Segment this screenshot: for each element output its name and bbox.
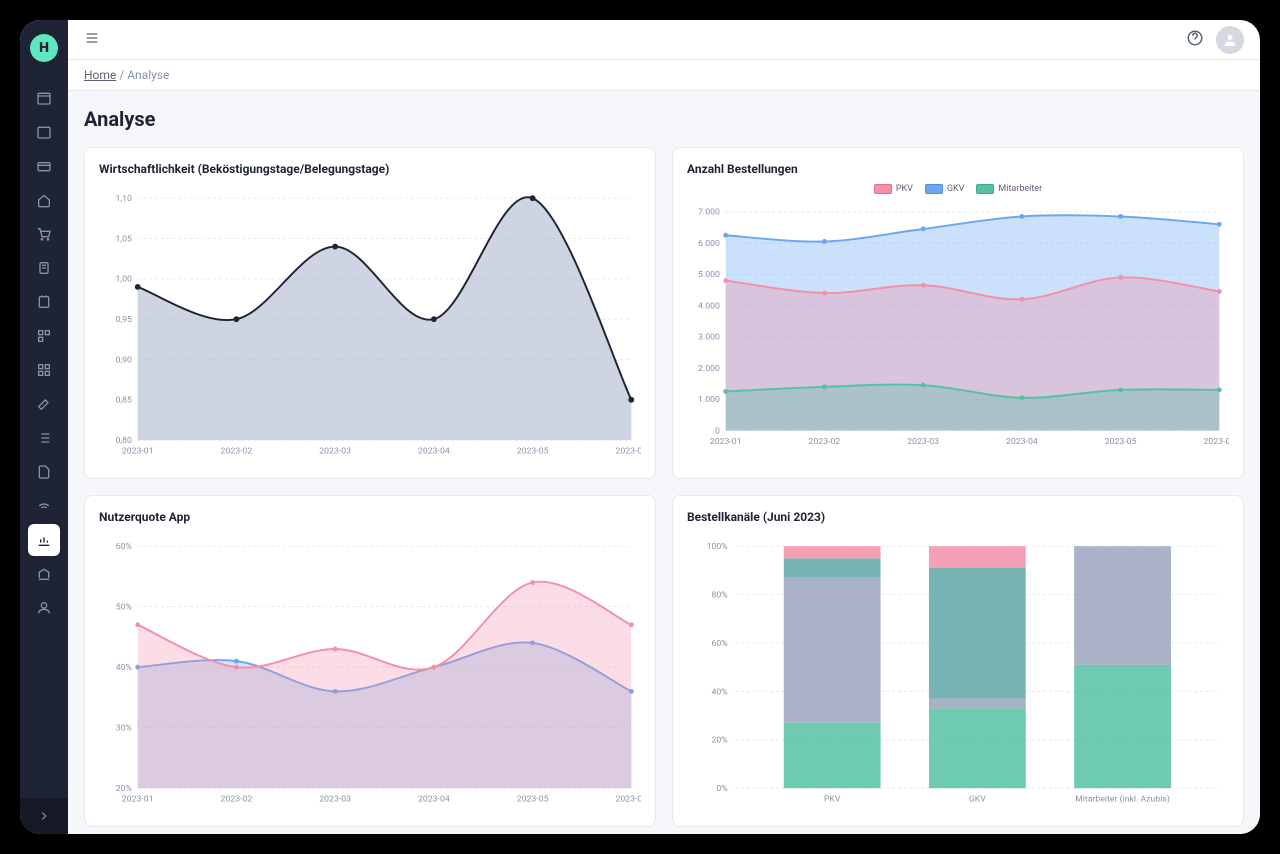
chart-title: Wirtschaftlichkeit (Beköstigungstage/Bel… xyxy=(99,162,641,176)
app-logo: H xyxy=(30,34,58,62)
nav-bank-icon[interactable] xyxy=(28,558,60,590)
svg-text:2023-03: 2023-03 xyxy=(907,437,939,447)
svg-text:0: 0 xyxy=(715,426,720,436)
svg-text:Mitarbeiter (inkl. Azubis): Mitarbeiter (inkl. Azubis) xyxy=(1075,794,1170,805)
svg-text:30%: 30% xyxy=(116,724,132,734)
svg-text:0,80: 0,80 xyxy=(116,436,132,446)
nav-tools-icon[interactable] xyxy=(28,388,60,420)
chart-bestellungen: Anzahl Bestellungen PKV GKV Mitarbeiter … xyxy=(672,147,1244,479)
svg-text:1.000: 1.000 xyxy=(698,395,720,405)
svg-text:GKV: GKV xyxy=(969,795,986,805)
svg-text:2023-02: 2023-02 xyxy=(221,795,253,805)
nav-file-icon[interactable] xyxy=(28,456,60,488)
svg-text:2023-02: 2023-02 xyxy=(809,437,841,447)
legend: PKV GKV Mitarbeiter xyxy=(687,184,1229,194)
svg-text:2.000: 2.000 xyxy=(698,364,720,374)
svg-text:6.000: 6.000 xyxy=(698,239,720,249)
svg-text:20%: 20% xyxy=(116,784,132,794)
svg-text:40%: 40% xyxy=(711,687,727,697)
avatar[interactable] xyxy=(1216,26,1244,54)
nav-calendar-icon[interactable] xyxy=(28,82,60,114)
menu-icon[interactable] xyxy=(84,30,100,50)
nav-clipboard-icon[interactable] xyxy=(28,252,60,284)
svg-text:1,05: 1,05 xyxy=(116,234,132,244)
svg-text:0,95: 0,95 xyxy=(116,315,132,325)
breadcrumb-home[interactable]: Home xyxy=(84,68,116,82)
svg-text:2023-04: 2023-04 xyxy=(418,795,450,805)
nav-card-icon[interactable] xyxy=(28,150,60,182)
svg-text:2023-05: 2023-05 xyxy=(517,447,549,457)
svg-text:50%: 50% xyxy=(116,603,132,613)
nav-user-icon[interactable] xyxy=(28,592,60,624)
svg-text:2023-06: 2023-06 xyxy=(615,447,641,457)
svg-text:2023-06: 2023-06 xyxy=(1203,437,1229,447)
legend-item: PKV xyxy=(874,184,913,194)
sidebar-expand-icon[interactable] xyxy=(20,798,68,834)
svg-text:2023-06: 2023-06 xyxy=(615,795,641,805)
svg-text:4.000: 4.000 xyxy=(698,301,720,311)
legend-item: Mitarbeiter xyxy=(976,184,1042,194)
nav-calendar2-icon[interactable] xyxy=(28,116,60,148)
svg-text:1,10: 1,10 xyxy=(116,194,132,204)
nav-list-icon[interactable] xyxy=(28,422,60,454)
svg-text:2023-05: 2023-05 xyxy=(517,795,549,805)
svg-text:5.000: 5.000 xyxy=(698,270,720,280)
svg-text:2023-01: 2023-01 xyxy=(710,437,742,447)
chart-title: Bestellkanäle (Juni 2023) xyxy=(687,510,1229,524)
svg-text:0,90: 0,90 xyxy=(116,355,132,365)
nav-home-icon[interactable] xyxy=(28,184,60,216)
svg-text:2023-01: 2023-01 xyxy=(122,447,154,457)
nav-qr-icon[interactable] xyxy=(28,320,60,352)
nav-wifi-icon[interactable] xyxy=(28,490,60,522)
svg-text:2023-01: 2023-01 xyxy=(122,795,154,805)
nav-grid-icon[interactable] xyxy=(28,354,60,386)
svg-text:2023-02: 2023-02 xyxy=(221,447,253,457)
chart-svg: 20% 30% 40% 50% 60% 2023-01 2023-02 2023-03 202… xyxy=(99,532,641,812)
sidebar: H xyxy=(20,20,68,834)
svg-text:60%: 60% xyxy=(116,542,132,552)
topbar xyxy=(68,20,1260,60)
svg-text:1,00: 1,00 xyxy=(116,275,132,285)
svg-text:20%: 20% xyxy=(711,736,727,746)
svg-text:2023-05: 2023-05 xyxy=(1105,437,1137,447)
svg-text:2023-03: 2023-03 xyxy=(319,795,351,805)
chart-svg: 0,80 0,85 0,90 0,95 1,00 1,05 1,10 2023-01 2023… xyxy=(99,184,641,464)
legend-item: GKV xyxy=(925,184,965,194)
chart-wirtschaftlichkeit: Wirtschaftlichkeit (Beköstigungstage/Bel… xyxy=(84,147,656,479)
chart-bestellkanaele: Bestellkanäle (Juni 2023) 0% 20% 40% 60% 80%… xyxy=(672,495,1244,827)
svg-text:2023-03: 2023-03 xyxy=(319,447,351,457)
breadcrumb-current: Analyse xyxy=(127,68,169,82)
chart-nutzerquote: Nutzerquote App 20%30%40%50%60% 2023-012… xyxy=(84,495,656,827)
nav-cart-icon[interactable] xyxy=(28,218,60,250)
svg-text:3.000: 3.000 xyxy=(698,333,720,343)
svg-text:60%: 60% xyxy=(711,639,727,649)
svg-text:7.000: 7.000 xyxy=(698,208,720,218)
svg-text:100%: 100% xyxy=(707,542,728,552)
svg-text:40%: 40% xyxy=(116,663,132,673)
svg-text:0%: 0% xyxy=(716,784,727,794)
chart-title: Nutzerquote App xyxy=(99,510,641,524)
chart-title: Anzahl Bestellungen xyxy=(687,162,1229,176)
nav-note-icon[interactable] xyxy=(28,286,60,318)
nav-chart-icon[interactable] xyxy=(28,524,60,556)
svg-text:80%: 80% xyxy=(711,590,727,600)
svg-text:PKV: PKV xyxy=(824,795,841,805)
svg-text:2023-04: 2023-04 xyxy=(418,447,450,457)
svg-text:2023-04: 2023-04 xyxy=(1006,437,1038,447)
chart-svg: 0 1.000 2.000 3.000 4.000 5.000 6.000 7.000 202… xyxy=(687,198,1229,454)
svg-text:0,85: 0,85 xyxy=(116,396,132,406)
breadcrumb: Home / Analyse xyxy=(68,60,1260,91)
chart-svg: 0% 20% 40% 60% 80% 100% PKV GKV Mitarbeiter (in… xyxy=(687,532,1229,812)
page-title: Analyse xyxy=(84,107,1244,131)
help-icon[interactable] xyxy=(1186,29,1204,51)
